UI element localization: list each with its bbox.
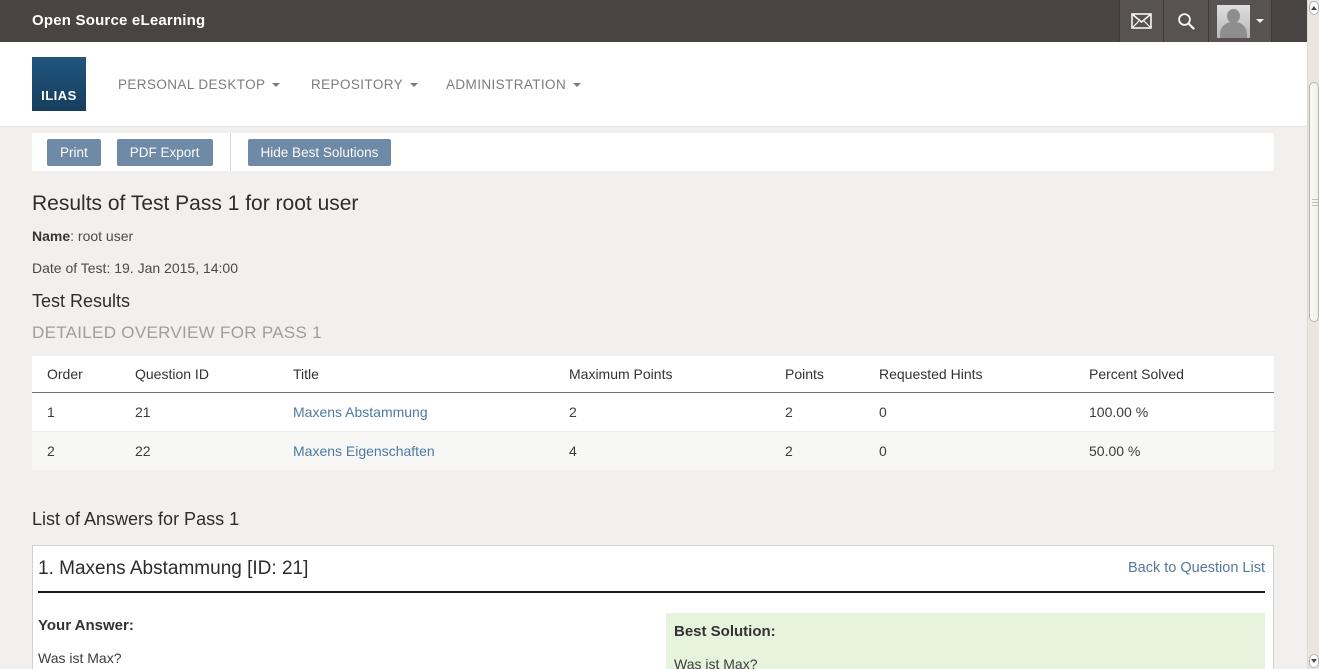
nav-label: ADMINISTRATION [446,77,566,92]
toolbar: Print PDF Export Hide Best Solutions [32,133,1274,171]
detailed-overview-heading: DETAILED OVERVIEW FOR PASS 1 [32,323,322,343]
date-of-test: Date of Test: 19. Jan 2015, 14:00 [32,260,238,276]
answer-panel-header: 1. Maxens Abstammung [ID: 21] Back to Qu… [33,546,1273,591]
col-maximum-points: Maximum Points [554,356,770,393]
results-table-container: Order Question ID Title Maximum Points P… [32,356,1274,470]
cell-percent-solved: 100.00 % [1074,393,1274,432]
scroll-up-button[interactable] [1309,1,1319,15]
toolbar-divider [230,133,231,171]
magnifier-icon [1177,12,1195,30]
avatar-head [1227,9,1240,23]
name-line: Name: root user [32,228,133,244]
answer-panel-body: Your Answer: Was ist Max? Best Solution:… [33,593,1273,669]
best-solution-section: Best Solution: Was ist Max? [666,613,1265,669]
top-bar: Open Source eLearning [0,0,1307,42]
scrollbar-grip [1312,199,1318,208]
chevron-down-icon [573,83,581,87]
arrow-up-icon [1311,6,1317,10]
main-nav-band: ILIAS PERSONAL DESKTOP REPOSITORY ADMINI… [0,42,1307,127]
name-value: : root user [70,228,133,244]
search-button[interactable] [1163,0,1208,42]
cell-question-id: 22 [120,432,278,471]
col-question-id: Question ID [120,356,278,393]
scrollbar-thumb[interactable] [1309,82,1319,322]
col-percent-solved: Percent Solved [1074,356,1274,393]
ilias-logo[interactable]: ILIAS [32,57,86,111]
chevron-down-icon [410,83,418,87]
cell-requested-hints: 0 [864,393,1074,432]
question-link[interactable]: Maxens Eigenschaften [293,443,435,459]
list-of-answers-heading: List of Answers for Pass 1 [32,509,239,530]
vertical-scrollbar[interactable] [1307,0,1319,669]
cell-question-id: 21 [120,393,278,432]
question-link[interactable]: Maxens Abstammung [293,404,428,420]
table-header-row: Order Question ID Title Maximum Points P… [32,356,1274,393]
test-results-heading: Test Results [32,291,130,312]
name-label: Name [32,228,70,244]
your-answer-label: Your Answer: [38,617,666,634]
cell-maximum-points: 2 [554,393,770,432]
best-solution-label: Best Solution: [674,623,1255,640]
pdf-export-button[interactable]: PDF Export [117,139,213,166]
scroll-down-button[interactable] [1309,654,1319,668]
cell-points: 2 [770,432,864,471]
print-button[interactable]: Print [47,139,101,166]
answer-panel: 1. Maxens Abstammung [ID: 21] Back to Qu… [32,545,1274,669]
cell-order: 2 [32,432,120,471]
mail-button[interactable] [1119,0,1163,42]
col-title: Title [278,356,554,393]
app-title: Open Source eLearning [32,0,205,42]
col-order: Order [32,356,120,393]
topbar-icon-group [1119,0,1272,42]
col-requested-hints: Requested Hints [864,356,1074,393]
page-title: Results of Test Pass 1 for root user [32,192,358,216]
table-row: 1 21 Maxens Abstammung 2 2 0 100.00 % [32,393,1274,432]
cell-title: Maxens Eigenschaften [278,432,554,471]
avatar-body [1220,22,1247,38]
results-table: Order Question ID Title Maximum Points P… [32,356,1274,470]
envelope-icon [1131,13,1152,29]
nav-administration[interactable]: ADMINISTRATION [446,42,581,127]
user-menu-button[interactable] [1208,0,1272,42]
nav-label: REPOSITORY [311,77,403,92]
your-answer-text: Was ist Max? [38,650,666,666]
cell-points: 2 [770,393,864,432]
table-row: 2 22 Maxens Eigenschaften 4 2 0 50.00 % [32,432,1274,471]
cell-maximum-points: 4 [554,432,770,471]
nav-label: PERSONAL DESKTOP [118,77,265,92]
best-solution-text: Was ist Max? [674,656,1255,669]
col-points: Points [770,356,864,393]
cell-percent-solved: 50.00 % [1074,432,1274,471]
nav-personal-desktop[interactable]: PERSONAL DESKTOP [118,42,280,127]
back-to-question-list-link[interactable]: Back to Question List [1128,560,1265,576]
cell-requested-hints: 0 [864,432,1074,471]
question-heading: 1. Maxens Abstammung [ID: 21] [38,558,308,580]
chevron-down-icon [272,83,280,87]
cell-order: 1 [32,393,120,432]
cell-title: Maxens Abstammung [278,393,554,432]
hide-best-solutions-button[interactable]: Hide Best Solutions [248,139,392,166]
nav-repository[interactable]: REPOSITORY [311,42,418,127]
avatar [1217,5,1250,38]
chevron-down-icon [1256,19,1264,23]
arrow-down-icon [1311,659,1317,663]
your-answer-section: Your Answer: Was ist Max? [33,593,666,666]
page: Open Source eLearning [0,0,1319,669]
